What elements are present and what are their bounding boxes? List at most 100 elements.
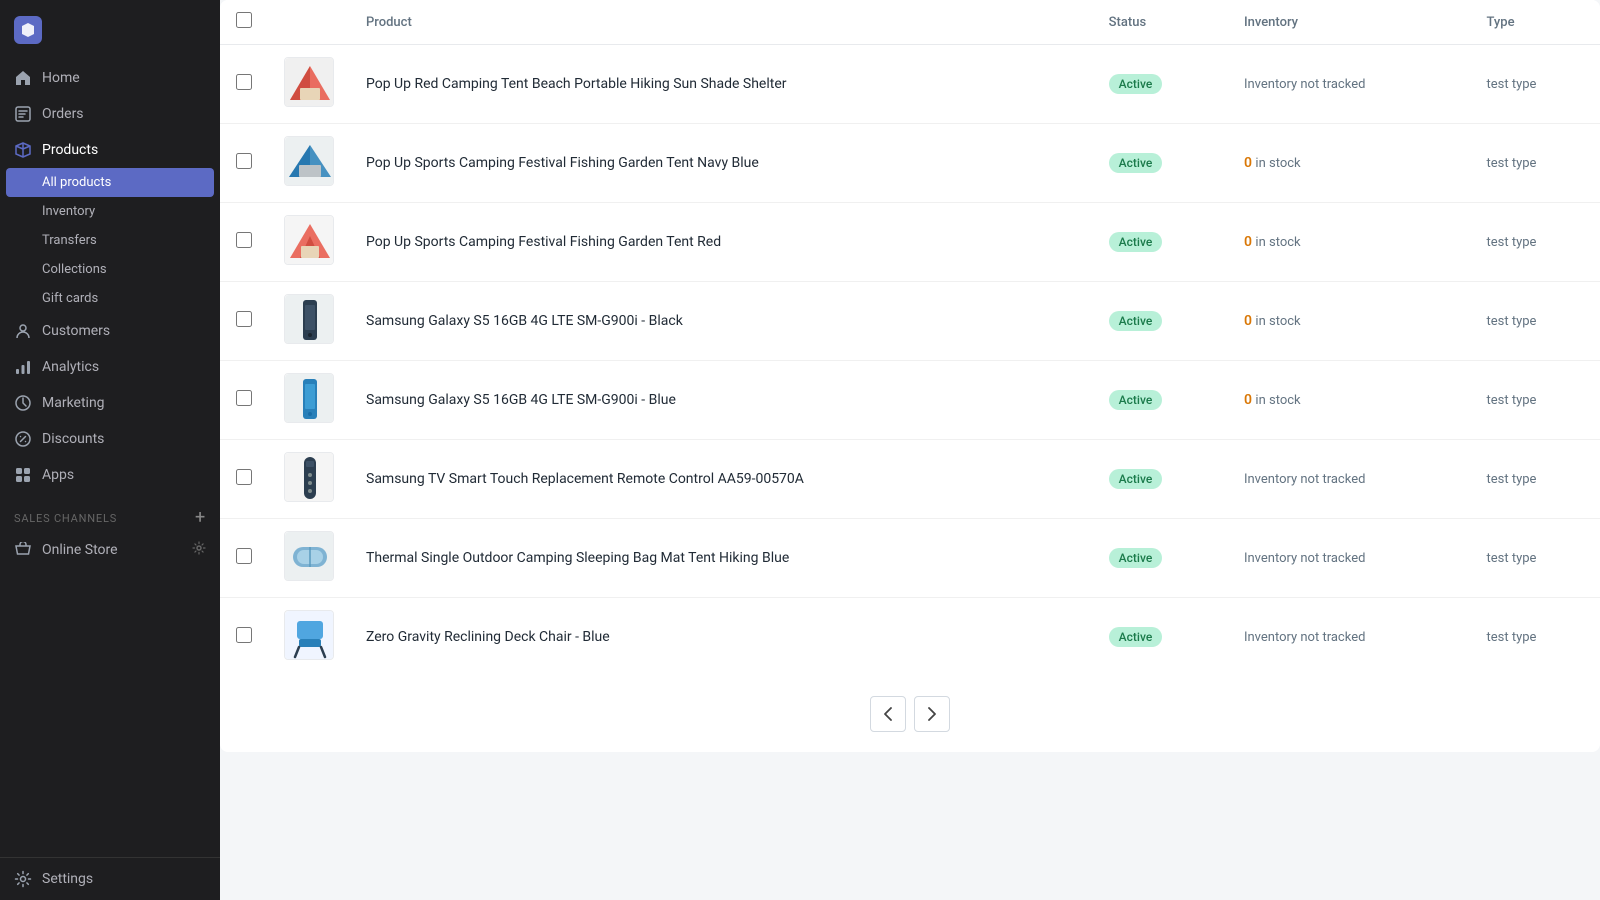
sales-channels-section: SALES CHANNELS +: [0, 493, 220, 533]
sidebar-item-analytics[interactable]: Analytics: [0, 349, 220, 385]
table-row: Zero Gravity Reclining Deck Chair - Blue…: [220, 598, 1600, 677]
inventory-number: 0: [1244, 155, 1252, 171]
products-table: Product Status Inventory Type Pop Up Red…: [220, 0, 1600, 676]
status-badge: Active: [1109, 469, 1163, 489]
orders-icon: [14, 105, 32, 123]
row-checkbox-cell: [220, 45, 268, 124]
sidebar-item-apps[interactable]: Apps: [0, 457, 220, 493]
sidebar-item-products-label: Products: [42, 142, 98, 158]
type-cell: test type: [1470, 519, 1600, 598]
type-text: test type: [1486, 551, 1536, 566]
product-name-link[interactable]: Samsung TV Smart Touch Replacement Remot…: [366, 471, 804, 487]
sidebar-subitem-collections[interactable]: Collections: [0, 255, 220, 284]
product-name-cell: Pop Up Sports Camping Festival Fishing G…: [350, 203, 1093, 282]
status-badge: Active: [1109, 548, 1163, 568]
type-text: test type: [1486, 156, 1536, 171]
product-name-link[interactable]: Thermal Single Outdoor Camping Sleeping …: [366, 550, 789, 566]
sidebar-item-products[interactable]: Products: [0, 132, 220, 168]
settings-icon: [14, 870, 32, 888]
row-checkbox-6[interactable]: [236, 548, 252, 564]
product-name-link[interactable]: Pop Up Sports Camping Festival Fishing G…: [366, 234, 721, 250]
inventory-cell: Inventory not tracked: [1228, 598, 1471, 677]
type-cell: test type: [1470, 124, 1600, 203]
sidebar-item-discounts-label: Discounts: [42, 431, 104, 447]
product-name-cell: Thermal Single Outdoor Camping Sleeping …: [350, 519, 1093, 598]
table-row: Pop Up Sports Camping Festival Fishing G…: [220, 124, 1600, 203]
product-name-link[interactable]: Samsung Galaxy S5 16GB 4G LTE SM-G900i -…: [366, 392, 676, 408]
type-text: test type: [1486, 235, 1536, 250]
status-cell: Active: [1093, 45, 1228, 124]
online-store-settings-icon[interactable]: [192, 541, 206, 559]
sidebar-subitem-gift-cards[interactable]: Gift cards: [0, 284, 220, 313]
inventory-cell: 0 in stock: [1228, 124, 1471, 203]
row-checkbox-7[interactable]: [236, 627, 252, 643]
online-store-label: Online Store: [42, 542, 118, 558]
product-name-link[interactable]: Zero Gravity Reclining Deck Chair - Blue: [366, 629, 610, 645]
table-header-row: Product Status Inventory Type: [220, 0, 1600, 45]
row-checkbox-cell: [220, 124, 268, 203]
status-badge: Active: [1109, 153, 1163, 173]
prev-page-button[interactable]: [870, 696, 906, 732]
select-all-checkbox[interactable]: [236, 12, 252, 28]
sidebar-item-online-store[interactable]: Online Store: [0, 533, 220, 567]
add-channel-icon[interactable]: +: [195, 509, 206, 527]
row-checkbox-0[interactable]: [236, 74, 252, 90]
type-cell: test type: [1470, 203, 1600, 282]
sidebar-subitem-transfers[interactable]: Transfers: [0, 226, 220, 255]
product-image-cell: [268, 519, 350, 598]
product-name-cell: Samsung Galaxy S5 16GB 4G LTE SM-G900i -…: [350, 361, 1093, 440]
sidebar-subitem-all-products[interactable]: All products: [6, 168, 214, 197]
home-icon: [14, 69, 32, 87]
sidebar-subitem-inventory[interactable]: Inventory: [0, 197, 220, 226]
row-checkbox-1[interactable]: [236, 153, 252, 169]
row-checkbox-cell: [220, 440, 268, 519]
in-stock-label: in stock: [1255, 156, 1300, 171]
table-row: Thermal Single Outdoor Camping Sleeping …: [220, 519, 1600, 598]
status-badge: Active: [1109, 232, 1163, 252]
sidebar-item-marketing[interactable]: Marketing: [0, 385, 220, 421]
sidebar-item-discounts[interactable]: Discounts: [0, 421, 220, 457]
row-checkbox-2[interactable]: [236, 232, 252, 248]
type-cell: test type: [1470, 598, 1600, 677]
sidebar-item-apps-label: Apps: [42, 467, 74, 483]
row-checkbox-5[interactable]: [236, 469, 252, 485]
row-checkbox-cell: [220, 598, 268, 677]
status-badge: Active: [1109, 627, 1163, 647]
header-product: Product: [350, 0, 1093, 45]
online-store-icon: [14, 541, 32, 559]
row-checkbox-cell: [220, 203, 268, 282]
in-stock-label: in stock: [1255, 314, 1300, 329]
product-name-cell: Zero Gravity Reclining Deck Chair - Blue: [350, 598, 1093, 677]
table-row: Samsung Galaxy S5 16GB 4G LTE SM-G900i -…: [220, 282, 1600, 361]
type-text: test type: [1486, 393, 1536, 408]
row-checkbox-4[interactable]: [236, 390, 252, 406]
product-image-cell: [268, 440, 350, 519]
next-page-button[interactable]: [914, 696, 950, 732]
product-name-link[interactable]: Pop Up Sports Camping Festival Fishing G…: [366, 155, 759, 171]
status-cell: Active: [1093, 203, 1228, 282]
inventory-not-tracked: Inventory not tracked: [1244, 630, 1365, 645]
sidebar-item-settings[interactable]: Settings: [0, 857, 220, 900]
row-checkbox-3[interactable]: [236, 311, 252, 327]
inventory-number: 0: [1244, 234, 1252, 250]
sidebar-item-orders[interactable]: Orders: [0, 96, 220, 132]
sidebar-item-home[interactable]: Home: [0, 60, 220, 96]
status-badge: Active: [1109, 390, 1163, 410]
inventory-cell: 0 in stock: [1228, 203, 1471, 282]
product-name-cell: Samsung TV Smart Touch Replacement Remot…: [350, 440, 1093, 519]
product-image-cell: [268, 361, 350, 440]
inventory-cell: 0 in stock: [1228, 282, 1471, 361]
product-image-cell: [268, 124, 350, 203]
marketing-icon: [14, 394, 32, 412]
status-badge: Active: [1109, 311, 1163, 331]
sidebar-item-customers-label: Customers: [42, 323, 110, 339]
product-name-link[interactable]: Pop Up Red Camping Tent Beach Portable H…: [366, 76, 787, 92]
sidebar-item-customers[interactable]: Customers: [0, 313, 220, 349]
status-cell: Active: [1093, 598, 1228, 677]
store-logo[interactable]: [0, 0, 220, 60]
analytics-icon: [14, 358, 32, 376]
header-type: Type: [1470, 0, 1600, 45]
header-image: [268, 0, 350, 45]
product-name-link[interactable]: Samsung Galaxy S5 16GB 4G LTE SM-G900i -…: [366, 313, 683, 329]
inventory-cell: Inventory not tracked: [1228, 45, 1471, 124]
